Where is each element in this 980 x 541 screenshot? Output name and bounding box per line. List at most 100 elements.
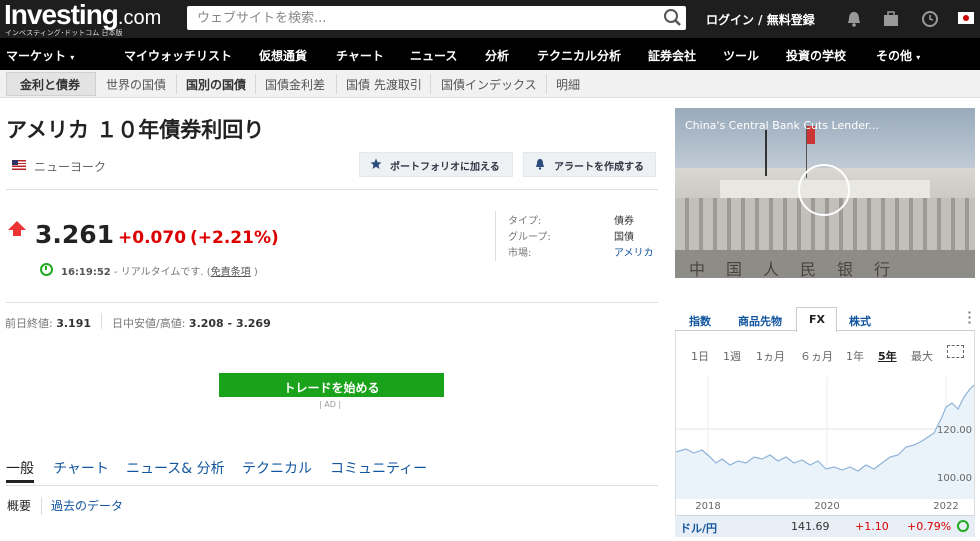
- page-title: アメリカ １０年債券利回り: [6, 118, 265, 142]
- period-1y[interactable]: 1年: [846, 348, 864, 364]
- top-bar: Investing.com インベスティング･ドットコム 日本版 ログイン / …: [0, 0, 980, 38]
- nav-tools[interactable]: ツール: [723, 47, 759, 64]
- briefcase-icon[interactable]: [882, 10, 900, 28]
- star-icon: [370, 158, 382, 169]
- widget-tabs: 指数 商品先物 FX 株式: [675, 307, 975, 332]
- nav-analysis[interactable]: 分析: [485, 47, 509, 64]
- divider: [546, 74, 547, 94]
- fx-pair-link[interactable]: ドル/円: [680, 520, 717, 536]
- tab-general[interactable]: 一般: [6, 458, 34, 478]
- period-1w[interactable]: 1週: [723, 348, 741, 364]
- widget-tab-commodities[interactable]: 商品先物: [738, 313, 782, 329]
- period-6m[interactable]: ６ヵ月: [800, 348, 833, 364]
- x-label-2020: 2020: [814, 501, 839, 512]
- divider: [6, 189, 658, 190]
- japan-flag-icon[interactable]: [958, 12, 974, 24]
- widget-tab-indices[interactable]: 指数: [689, 313, 711, 329]
- nav-education[interactable]: 投資の学校: [786, 47, 846, 64]
- period-1m[interactable]: 1ヵ月: [756, 348, 785, 364]
- divider: [6, 302, 658, 303]
- news-headline[interactable]: China's Central Bank Cuts Lender...: [685, 119, 879, 132]
- divider: [495, 211, 496, 261]
- fx-change-percent: +0.79%: [907, 520, 952, 533]
- meta-group-label: グループ:: [508, 232, 551, 243]
- nav-news[interactable]: ニュース: [410, 47, 457, 64]
- expand-icon[interactable]: [947, 345, 964, 358]
- nav-more[interactable]: その他 ▾: [876, 47, 920, 64]
- subnav-world-bonds[interactable]: 世界の国債: [106, 76, 166, 93]
- video-play-icon[interactable]: [798, 164, 850, 216]
- us-flag-icon: [12, 160, 26, 170]
- widget-tab-fx[interactable]: FX: [809, 313, 825, 326]
- divider: [430, 74, 431, 94]
- period-max[interactable]: 最大: [911, 348, 933, 364]
- fx-quote-row[interactable]: ドル/円 141.69 +1.10 +0.79%: [675, 515, 975, 537]
- meta-type-label: タイプ:: [508, 216, 542, 227]
- ad-label: | AD |: [319, 400, 342, 409]
- create-alert-button[interactable]: アラートを作成する: [523, 152, 656, 177]
- tab-community[interactable]: コミュニティー: [330, 458, 427, 478]
- news-thumbnail[interactable]: 中国人民银行 China's Central Bank Cuts Lender.…: [675, 108, 975, 278]
- clock-icon: [40, 263, 53, 276]
- subnav-bond-spreads[interactable]: 国債金利差: [265, 76, 325, 93]
- subnav-bond-futures[interactable]: 国債 先渡取引: [346, 76, 422, 93]
- subnav-details[interactable]: 明細: [556, 76, 580, 93]
- bell-icon[interactable]: [845, 10, 863, 28]
- price-change-percent: (+2.21%): [190, 228, 279, 248]
- realtime-status: 16:19:52 - リアルタイムです. (免責条項 ): [61, 267, 258, 278]
- add-portfolio-button[interactable]: ポートフォリオに加える: [359, 152, 513, 177]
- divider: [6, 485, 658, 486]
- y-label-100: 100.00: [937, 473, 972, 484]
- building-inscription: 中国人民银行: [689, 260, 912, 278]
- fx-price: 141.69: [791, 520, 830, 533]
- meta-group-value: 国債: [614, 232, 634, 243]
- last-price: 3.261: [35, 220, 115, 249]
- search-box[interactable]: [187, 6, 686, 30]
- period-5y[interactable]: 5年: [878, 348, 897, 364]
- login-link[interactable]: ログイン / 無料登録: [706, 11, 815, 28]
- x-label-2018: 2018: [695, 501, 720, 512]
- clock-icon[interactable]: [921, 10, 939, 28]
- divider: [41, 497, 42, 515]
- more-options-icon[interactable]: [968, 310, 971, 324]
- clock-icon: [957, 520, 969, 532]
- period-1d[interactable]: 1日: [691, 348, 709, 364]
- nav-crypto[interactable]: 仮想通貨: [259, 47, 307, 64]
- subnav-rates-bonds[interactable]: 金利と債券: [20, 76, 80, 93]
- meta-market-label: 市場:: [508, 248, 532, 259]
- tab-technical[interactable]: テクニカル: [242, 458, 312, 478]
- meta-market-link[interactable]: アメリカ: [614, 244, 654, 259]
- x-label-2022: 2022: [933, 501, 958, 512]
- tab-news-analysis[interactable]: ニュース& 分析: [126, 458, 225, 478]
- nav-watchlist[interactable]: マイウォッチリスト: [124, 47, 232, 64]
- divider: [101, 313, 102, 329]
- search-icon[interactable]: [662, 8, 682, 28]
- day-range: 日中安値/高値: 3.208 - 3.269: [112, 317, 271, 330]
- widget-tab-stocks[interactable]: 株式: [849, 313, 871, 329]
- divider: [176, 74, 177, 94]
- nav-charts[interactable]: チャート: [336, 47, 384, 64]
- price-change: +0.070: [118, 228, 187, 248]
- nav-markets[interactable]: マーケット ▾: [6, 47, 74, 64]
- sub-nav: 金利と債券 世界の国債 国別の国債 国債金利差 国債 先渡取引 国債インデックス…: [0, 70, 980, 98]
- fx-change: +1.10: [855, 520, 889, 533]
- subnav-country-bonds[interactable]: 国別の国債: [186, 76, 246, 93]
- divider: [336, 74, 337, 94]
- mini-chart: 120.00 100.00 2018 2020 2022: [676, 377, 974, 512]
- chevron-down-icon: ▾: [916, 53, 921, 62]
- start-trading-button[interactable]: トレードを始める: [219, 373, 444, 397]
- nav-technical[interactable]: テクニカル分析: [537, 47, 621, 64]
- subnav-bond-indices[interactable]: 国債インデックス: [441, 76, 537, 93]
- location-label: ニューヨーク: [34, 160, 107, 174]
- chevron-down-icon: ▾: [70, 53, 75, 62]
- subtab-historical-data[interactable]: 過去のデータ: [51, 497, 123, 514]
- alarm-icon: [536, 159, 544, 170]
- y-label-120: 120.00: [937, 425, 972, 436]
- tab-chart[interactable]: チャート: [53, 458, 109, 478]
- main-nav: マーケット ▾ マイウォッチリスト 仮想通貨 チャート ニュース 分析 テクニカ…: [0, 38, 980, 70]
- subtab-overview[interactable]: 概要: [7, 497, 31, 514]
- nav-brokers[interactable]: 証券会社: [648, 47, 696, 64]
- divider: [255, 74, 256, 94]
- disclaimer-link[interactable]: 免責条項: [211, 267, 251, 278]
- search-input[interactable]: [187, 6, 657, 30]
